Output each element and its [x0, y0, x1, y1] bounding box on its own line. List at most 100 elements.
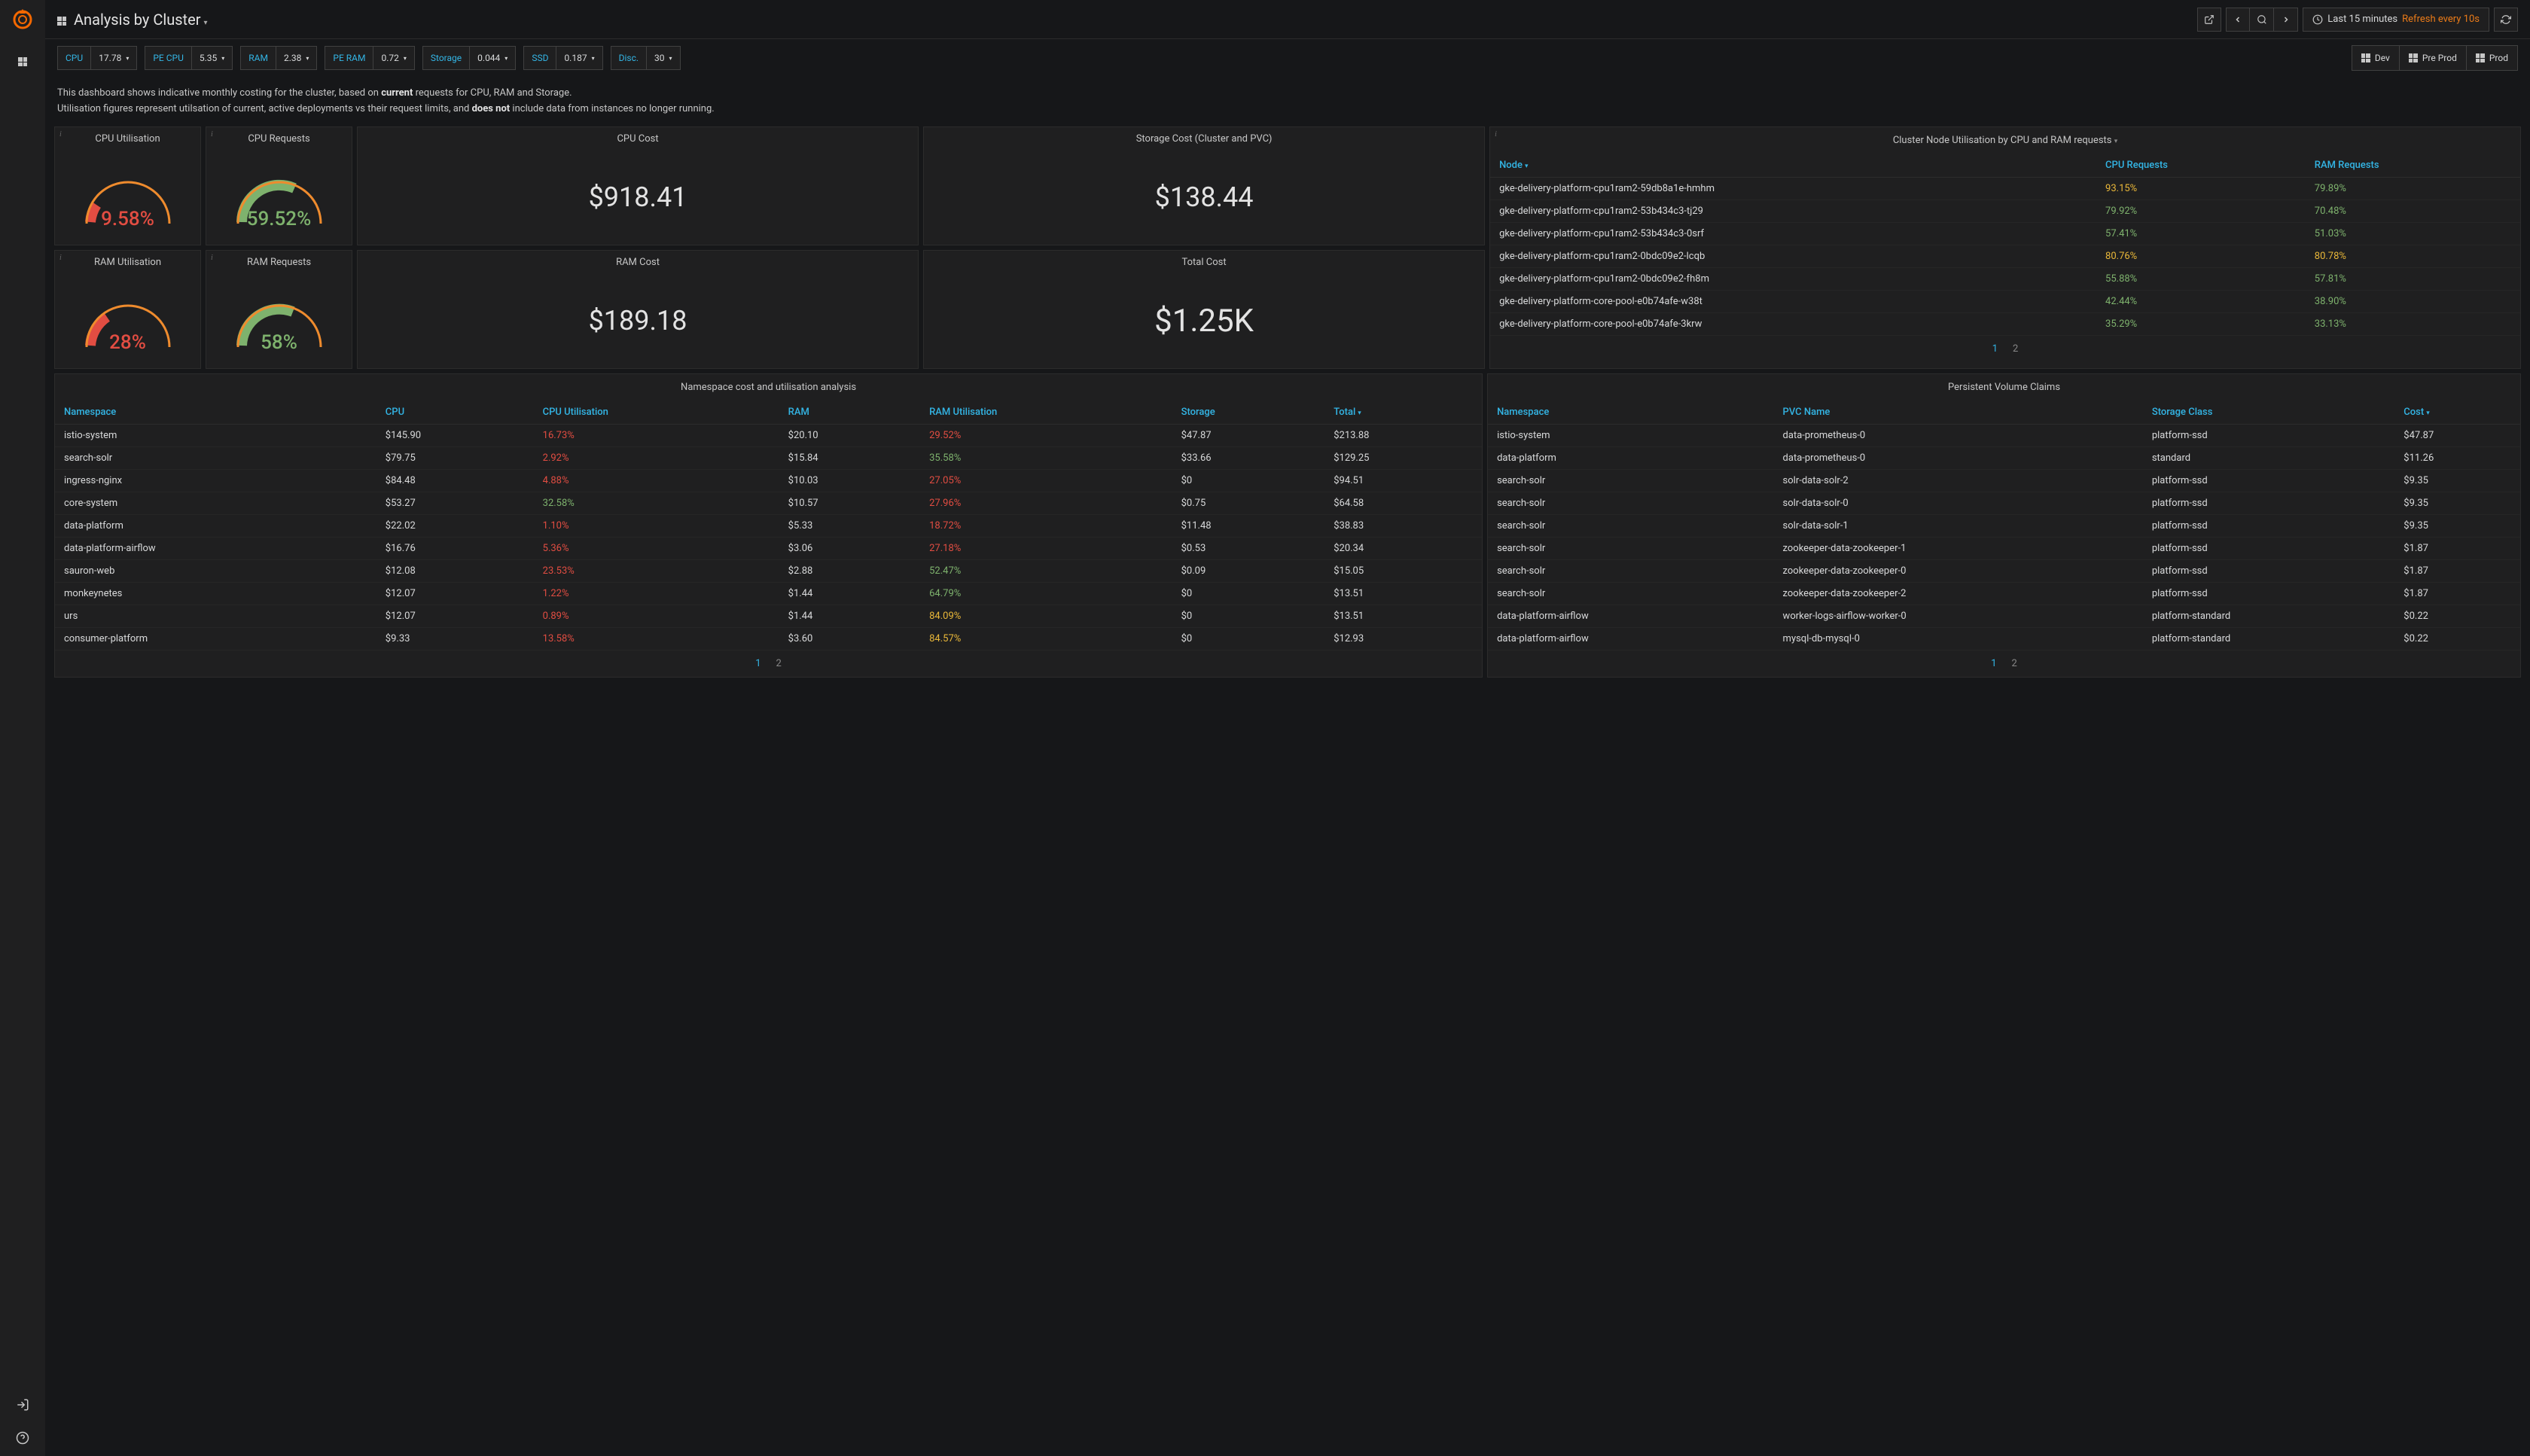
panel-cpu-cost[interactable]: CPU Cost $918.41 — [357, 126, 919, 245]
col-storage-class[interactable]: Storage Class — [2143, 401, 2394, 425]
var-storage[interactable]: Storage0.044▾ — [422, 46, 516, 70]
signin-icon[interactable] — [8, 1390, 38, 1420]
table-row[interactable]: gke-delivery-platform-cpu1ram2-0bdc09e2-… — [1490, 245, 2520, 267]
table-row[interactable]: data-platform data-prometheus-0 standard… — [1488, 446, 2520, 469]
time-back-button[interactable] — [2226, 8, 2250, 32]
env-dev-button[interactable]: Dev — [2352, 46, 2399, 70]
col-ram-requests[interactable]: RAM Requests — [2306, 154, 2520, 178]
table-row[interactable]: search-solr solr-data-solr-2 platform-ss… — [1488, 469, 2520, 492]
cell-ns: data-platform-airflow — [1488, 627, 1773, 650]
table-row[interactable]: consumer-platform $9.33 13.58% $3.60 84.… — [55, 627, 1482, 650]
table-row[interactable]: core-system $53.27 32.58% $10.57 27.96% … — [55, 492, 1482, 514]
refresh-interval-label: Refresh every 10s — [2402, 14, 2480, 25]
table-row[interactable]: monkeynetes $12.07 1.22% $1.44 64.79% $0… — [55, 582, 1482, 605]
table-row[interactable]: gke-delivery-platform-cpu1ram2-53b434c3-… — [1490, 200, 2520, 222]
info-icon[interactable]: i — [211, 130, 213, 139]
table-row[interactable]: data-platform $22.02 1.10% $5.33 18.72% … — [55, 514, 1482, 537]
zoom-out-button[interactable] — [2250, 8, 2274, 32]
table-row[interactable]: data-platform-airflow worker-logs-airflo… — [1488, 605, 2520, 627]
cell-ram: $10.03 — [779, 469, 920, 492]
cell-node: gke-delivery-platform-cpu1ram2-0bdc09e2-… — [1490, 267, 2096, 290]
chevron-down-icon: ▾ — [306, 55, 309, 62]
table-row[interactable]: gke-delivery-platform-cpu1ram2-59db8a1e-… — [1490, 177, 2520, 200]
cell-ns: consumer-platform — [55, 627, 376, 650]
col-node[interactable]: Node▾ — [1490, 154, 2096, 178]
info-icon[interactable]: i — [59, 130, 62, 139]
cell-cpu-util: 1.10% — [534, 514, 779, 537]
var-peram[interactable]: PE RAM0.72▾ — [325, 46, 415, 70]
time-range-picker[interactable]: Last 15 minutes Refresh every 10s — [2303, 8, 2489, 32]
page-1[interactable]: 1 — [755, 658, 761, 669]
env-preprod-button[interactable]: Pre Prod — [2399, 46, 2466, 70]
table-row[interactable]: data-platform-airflow mysql-db-mysql-0 p… — [1488, 627, 2520, 650]
cell-ns: search-solr — [1488, 537, 1773, 559]
var-ram[interactable]: RAM2.38▾ — [240, 46, 317, 70]
grafana-logo-icon[interactable] — [11, 8, 35, 32]
col-cpu-util[interactable]: CPU Utilisation — [534, 401, 779, 425]
panel-ram-cost[interactable]: RAM Cost $189.18 — [357, 250, 919, 369]
table-row[interactable]: search-solr zookeeper-data-zookeeper-1 p… — [1488, 537, 2520, 559]
info-icon[interactable]: i — [59, 254, 62, 262]
pagination: 1 2 — [1490, 336, 2520, 362]
col-pvc-name[interactable]: PVC Name — [1774, 401, 2143, 425]
table-row[interactable]: search-solr $79.75 2.92% $15.84 35.58% $… — [55, 446, 1482, 469]
table-row[interactable]: urs $12.07 0.89% $1.44 84.09% $0 $13.51 — [55, 605, 1482, 627]
dashboards-icon[interactable] — [8, 47, 38, 77]
page-2[interactable]: 2 — [776, 658, 782, 669]
panel-cpu-utilisation[interactable]: i CPU Utilisation 9.58% — [54, 126, 201, 245]
table-row[interactable]: search-solr zookeeper-data-zookeeper-0 p… — [1488, 559, 2520, 582]
var-disc[interactable]: Disc.30▾ — [611, 46, 681, 70]
table-row[interactable]: gke-delivery-platform-cpu1ram2-53b434c3-… — [1490, 222, 2520, 245]
page-1[interactable]: 1 — [1991, 658, 1996, 669]
col-namespace[interactable]: Namespace — [55, 401, 376, 425]
dashboard-title[interactable]: Analysis by Cluster▾ — [57, 11, 208, 29]
panel-node-utilisation[interactable]: i Cluster Node Utilisation by CPU and RA… — [1489, 126, 2521, 369]
table-row[interactable]: search-solr solr-data-solr-0 platform-ss… — [1488, 492, 2520, 514]
table-row[interactable]: gke-delivery-platform-core-pool-e0b74afe… — [1490, 312, 2520, 335]
col-namespace[interactable]: Namespace — [1488, 401, 1773, 425]
col-storage[interactable]: Storage — [1172, 401, 1325, 425]
time-forward-button[interactable] — [2274, 8, 2298, 32]
var-cpu[interactable]: CPU17.78▾ — [57, 46, 137, 70]
var-ssd[interactable]: SSD0.187▾ — [523, 46, 602, 70]
panel-total-cost[interactable]: Total Cost $1.25K — [923, 250, 1485, 369]
page-1[interactable]: 1 — [1992, 343, 1998, 355]
col-total[interactable]: Total▾ — [1324, 401, 1482, 425]
table-row[interactable]: data-platform-airflow $16.76 5.36% $3.06… — [55, 537, 1482, 559]
page-2[interactable]: 2 — [2012, 658, 2017, 669]
col-cost[interactable]: Cost▾ — [2394, 401, 2520, 425]
panel-namespace-cost[interactable]: Namespace cost and utilisation analysis … — [54, 373, 1483, 678]
share-button[interactable] — [2197, 8, 2221, 32]
table-row[interactable]: gke-delivery-platform-core-pool-e0b74afe… — [1490, 290, 2520, 312]
table-row[interactable]: search-solr zookeeper-data-zookeeper-2 p… — [1488, 582, 2520, 605]
help-icon[interactable] — [8, 1423, 38, 1453]
col-cpu[interactable]: CPU — [376, 401, 534, 425]
page-2[interactable]: 2 — [2013, 343, 2018, 355]
grid-icon — [2361, 53, 2370, 62]
var-pecpu[interactable]: PE CPU5.35▾ — [145, 46, 233, 70]
panel-pvc[interactable]: Persistent Volume Claims Namespace PVC N… — [1487, 373, 2521, 678]
info-icon[interactable]: i — [211, 254, 213, 262]
table-row[interactable]: istio-system $145.90 16.73% $20.10 29.52… — [55, 424, 1482, 446]
cell-ram-util: 64.79% — [920, 582, 1172, 605]
col-ram[interactable]: RAM — [779, 401, 920, 425]
cell-node: gke-delivery-platform-cpu1ram2-59db8a1e-… — [1490, 177, 2096, 200]
col-cpu-requests[interactable]: CPU Requests — [2096, 154, 2306, 178]
table-row[interactable]: ingress-nginx $84.48 4.88% $10.03 27.05%… — [55, 469, 1482, 492]
info-icon[interactable]: i — [1495, 130, 1497, 139]
col-ram-util[interactable]: RAM Utilisation — [920, 401, 1172, 425]
panel-ram-utilisation[interactable]: i RAM Utilisation 28% — [54, 250, 201, 369]
panel-cpu-requests[interactable]: i CPU Requests 59.52% — [206, 126, 352, 245]
table-row[interactable]: gke-delivery-platform-cpu1ram2-0bdc09e2-… — [1490, 267, 2520, 290]
cell-ram-util: 18.72% — [920, 514, 1172, 537]
panel-storage-cost[interactable]: Storage Cost (Cluster and PVC) $138.44 — [923, 126, 1485, 245]
refresh-button[interactable] — [2494, 8, 2518, 32]
table-row[interactable]: search-solr solr-data-solr-1 platform-ss… — [1488, 514, 2520, 537]
cell-ram: $5.33 — [779, 514, 920, 537]
chevron-down-icon: ▾ — [504, 55, 508, 62]
cell-ram-util: 27.18% — [920, 537, 1172, 559]
table-row[interactable]: sauron-web $12.08 23.53% $2.88 52.47% $0… — [55, 559, 1482, 582]
env-prod-button[interactable]: Prod — [2466, 46, 2517, 70]
panel-ram-requests[interactable]: i RAM Requests 58% — [206, 250, 352, 369]
table-row[interactable]: istio-system data-prometheus-0 platform-… — [1488, 424, 2520, 446]
